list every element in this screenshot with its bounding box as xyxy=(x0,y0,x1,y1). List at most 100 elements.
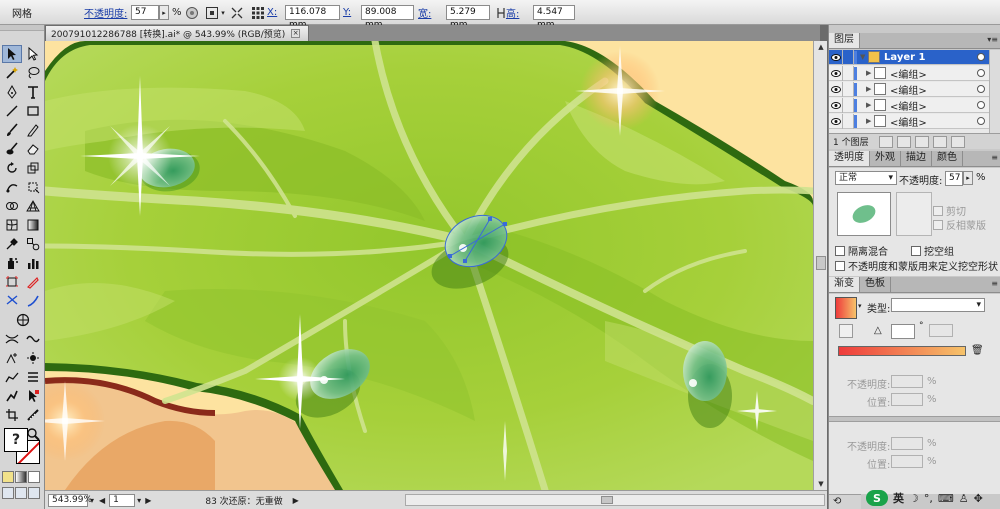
lock-toggle[interactable] xyxy=(843,113,854,129)
layers-scrollbar[interactable] xyxy=(989,50,1000,140)
draw-inside-button[interactable] xyxy=(28,487,40,499)
live-paint-tool-icon[interactable] xyxy=(2,387,22,405)
scissors-tool-icon[interactable] xyxy=(2,292,22,310)
transform-icon[interactable] xyxy=(229,5,245,21)
vertical-scrollbar[interactable]: ▲ ▼ xyxy=(813,41,827,490)
height-label[interactable]: 高: xyxy=(506,5,519,20)
gradient-opacity-input[interactable] xyxy=(891,375,923,388)
reverse-gradient-icon[interactable] xyxy=(839,324,853,338)
layer-target-icon[interactable] xyxy=(977,101,985,109)
column-graph-tool-icon[interactable] xyxy=(23,254,43,272)
pen-tool-icon[interactable] xyxy=(2,83,22,101)
status-menu-icon[interactable]: ▶ xyxy=(293,496,299,505)
isolate-blending-checkbox[interactable]: 隔离混合 xyxy=(835,243,888,258)
panel-divider[interactable] xyxy=(829,416,1000,422)
layer-name[interactable]: <编组> xyxy=(890,98,927,113)
gradient-opacity-input-2[interactable] xyxy=(891,437,923,450)
layer-row[interactable]: ▶ <编组> xyxy=(829,81,989,97)
tools-icon[interactable]: ✥ xyxy=(974,492,983,505)
measure-tool-icon[interactable] xyxy=(23,406,43,424)
slice-tool-icon[interactable] xyxy=(23,273,43,291)
free-transform-tool-icon[interactable] xyxy=(23,178,43,196)
visibility-eye-icon[interactable] xyxy=(829,81,843,97)
tab-swatches[interactable]: 色板 xyxy=(860,277,891,292)
x-label[interactable]: X: xyxy=(267,7,277,18)
ime-language-toggle[interactable]: 英 xyxy=(893,490,904,506)
horizontal-scrollbar[interactable] xyxy=(405,494,825,506)
layer-target-icon[interactable] xyxy=(977,85,985,93)
layer-row[interactable]: ▶ <编组> xyxy=(829,113,989,129)
eraser-tool-icon[interactable] xyxy=(23,140,43,158)
type-tool-icon[interactable] xyxy=(23,83,43,101)
first-artboard-icon[interactable]: ◀ xyxy=(99,496,105,505)
artboard-canvas[interactable] xyxy=(45,41,813,490)
opacity-link-label[interactable]: 不透明度: xyxy=(84,5,127,20)
bloat-tool-icon[interactable] xyxy=(23,349,43,367)
locate-object-button[interactable] xyxy=(878,135,893,148)
layer-row[interactable]: ▶ <编组> xyxy=(829,65,989,81)
layer-name[interactable]: <编组> xyxy=(890,114,927,129)
line-tool-icon[interactable] xyxy=(2,102,22,120)
vertical-scroll-thumb[interactable] xyxy=(816,256,826,270)
artboard-number-field[interactable]: 1 xyxy=(109,493,136,507)
user-icon[interactable]: ♙ xyxy=(959,492,969,505)
layer-row[interactable]: ▼ Layer 1 xyxy=(829,49,989,65)
selection-tool-icon[interactable] xyxy=(2,45,22,63)
layer-name[interactable]: <编组> xyxy=(890,82,927,97)
visibility-eye-icon[interactable] xyxy=(829,49,843,65)
artwork-illustration[interactable] xyxy=(45,41,813,490)
crop-tool-icon[interactable] xyxy=(2,406,22,424)
lock-toggle[interactable] xyxy=(843,81,854,97)
scale-tool-icon[interactable] xyxy=(23,159,43,177)
lock-toggle[interactable] xyxy=(843,97,854,113)
expand-triangle-icon[interactable]: ▶ xyxy=(866,117,874,125)
align-dropdown-arrow[interactable]: ▾ xyxy=(218,5,228,20)
gradient-slider-bar[interactable] xyxy=(838,346,966,356)
lasso-tool-icon[interactable] xyxy=(23,64,43,82)
width-tool-icon[interactable] xyxy=(2,330,22,348)
invert-mask-checkbox[interactable]: 反相蒙版 xyxy=(933,217,986,232)
clip-checkbox[interactable]: 剪切 xyxy=(933,203,966,218)
expand-triangle-icon[interactable]: ▶ xyxy=(866,85,874,93)
layer-row[interactable]: ▶ <编组> xyxy=(829,97,989,113)
layer-target-icon[interactable] xyxy=(977,53,985,61)
draw-behind-button[interactable] xyxy=(15,487,27,499)
blob-brush-tool-icon[interactable] xyxy=(2,140,22,158)
opacity-mask-thumbnail[interactable] xyxy=(896,192,932,236)
magic-wand-tool-icon[interactable] xyxy=(2,64,22,82)
gradient-swatch[interactable] xyxy=(835,297,857,319)
recolor-icon[interactable] xyxy=(184,5,200,21)
height-input[interactable]: 4.547 mm xyxy=(533,5,575,30)
document-tab[interactable]: 200791012286788 [转换].ai* @ 543.99% (RGB/… xyxy=(45,25,309,41)
expand-triangle-icon[interactable]: ▶ xyxy=(866,69,874,77)
aspect-ratio-input[interactable] xyxy=(929,324,953,337)
opacity-mask-knockout-checkbox[interactable]: 不透明度和蒙版用来定义挖空形状 xyxy=(835,258,998,273)
tab-layers[interactable]: 图层 xyxy=(829,33,860,48)
visibility-eye-icon[interactable] xyxy=(829,65,843,81)
eyedropper-tool-icon[interactable] xyxy=(2,235,22,253)
artboard-dropdown-icon[interactable]: ▾ xyxy=(137,496,141,505)
transparency-panel-menu-icon[interactable]: ≡ xyxy=(991,153,998,162)
fill-swatch[interactable]: ? xyxy=(4,428,28,452)
delete-stop-icon[interactable]: 🗑 xyxy=(971,345,984,356)
next-artboard-icon[interactable]: ▶ xyxy=(145,496,151,505)
tab-gradient[interactable]: 渐变 xyxy=(829,277,860,292)
shape-builder-tool-icon[interactable] xyxy=(2,197,22,215)
panel-collapse-icon[interactable]: ⟲ xyxy=(833,496,841,507)
list-tool-icon[interactable] xyxy=(23,368,43,386)
knife-tool-icon[interactable] xyxy=(23,292,43,310)
layer-target-icon[interactable] xyxy=(977,69,985,77)
gradient-type-select[interactable]: ▾ xyxy=(891,298,985,312)
wave-tool-icon[interactable] xyxy=(23,330,43,348)
rotate-tool-icon[interactable] xyxy=(2,159,22,177)
gradient-position-input-2[interactable] xyxy=(891,455,923,468)
live-paint-selection-icon[interactable] xyxy=(23,387,43,405)
gradient-mode-button[interactable] xyxy=(15,471,27,483)
artboard-tool-icon[interactable] xyxy=(2,273,22,291)
draw-normal-button[interactable] xyxy=(2,487,14,499)
fill-stroke-swatches[interactable]: ? xyxy=(4,428,42,466)
new-sublayer-button[interactable] xyxy=(914,135,929,148)
opacity-dropdown-button[interactable]: ▸ xyxy=(159,5,169,20)
lock-toggle[interactable] xyxy=(843,65,854,81)
tab-appearance[interactable]: 外观 xyxy=(870,151,901,166)
